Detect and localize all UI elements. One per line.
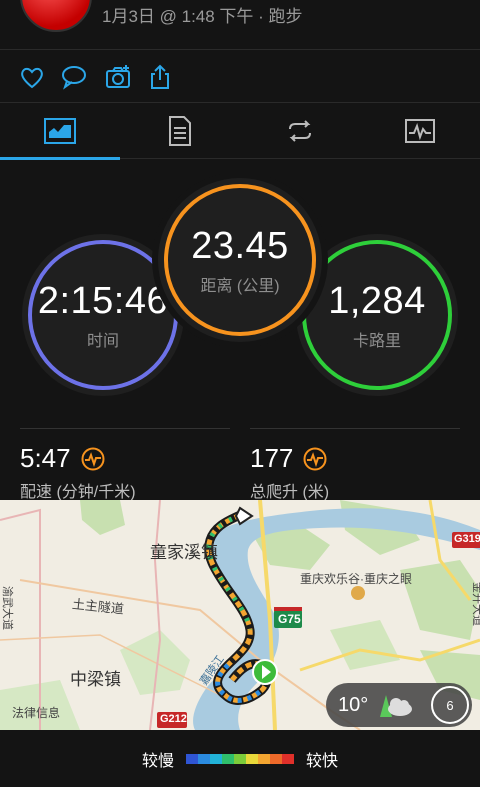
- heart-icon[interactable]: [18, 63, 46, 91]
- time-value: 2:15:46: [37, 279, 169, 322]
- tab-details[interactable]: [120, 103, 240, 159]
- map-label-happy-valley: 重庆欢乐谷·重庆之眼: [300, 572, 412, 586]
- share-icon[interactable]: [146, 63, 174, 91]
- graphs-icon: [405, 119, 435, 143]
- comment-icon[interactable]: [60, 63, 88, 91]
- wind-value: 6: [446, 697, 454, 713]
- speed-legend: 较慢 较快: [0, 730, 480, 787]
- pulse-badge-icon[interactable]: [303, 447, 327, 471]
- legend-swatch: [246, 753, 258, 764]
- distance-value: 23.45: [191, 224, 289, 267]
- map-label-left-road: 渝武大道: [1, 586, 13, 630]
- climb-metric: 177 总爬升 (米): [250, 428, 460, 502]
- pulse-badge-icon[interactable]: [81, 447, 105, 471]
- overview-chart-icon: [44, 118, 76, 144]
- legend-swatch: [198, 753, 210, 764]
- map-label-tongjiaxi: 童家溪镇: [150, 543, 218, 562]
- pace-value: 5:47: [20, 443, 71, 473]
- calories-label: 卡路里: [352, 332, 401, 350]
- action-bar: [0, 51, 480, 103]
- weather-widget[interactable]: 10° 6: [326, 683, 472, 727]
- distance-label: 距离 (公里): [200, 277, 280, 295]
- weather-temp: 10°: [338, 693, 369, 716]
- map-label-right-road: 金开大道: [471, 582, 480, 626]
- map-label-zhongliang: 中梁镇: [70, 670, 121, 689]
- activity-screen: 1月3日 @ 1:48 下午 · 跑步 2:15:46 时间 1,284 卡路里…: [0, 0, 480, 787]
- activity-header: 1月3日 @ 1:48 下午 · 跑步: [0, 0, 480, 50]
- tab-overview[interactable]: [0, 103, 120, 160]
- climb-value: 177: [250, 443, 294, 473]
- legend-slow: 较慢: [141, 752, 174, 770]
- laps-loop-icon: [289, 120, 311, 142]
- activity-meta: 1月3日 @ 1:48 下午 · 跑步: [102, 7, 303, 26]
- tab-bar: [0, 103, 480, 160]
- stats-panel: 2:15:46 时间 1,284 卡路里 23.45 距离 (公里) 5:47 …: [0, 160, 480, 502]
- distance-ring: 23.45 距离 (公里): [158, 178, 322, 342]
- legend-swatch: [210, 753, 222, 764]
- legend-swatch: [258, 753, 270, 764]
- legend-swatch: [186, 753, 198, 764]
- legend-swatch: [222, 753, 234, 764]
- legend-swatch: [282, 753, 294, 764]
- climb-label: 总爬升 (米): [250, 484, 330, 501]
- time-label: 时间: [86, 332, 119, 350]
- map-label-g75: G75: [278, 612, 301, 626]
- calories-value: 1,284: [328, 279, 426, 322]
- map-label-g319: G319: [454, 533, 480, 545]
- legend-color-bar: [186, 753, 294, 764]
- tab-graphs[interactable]: [360, 103, 480, 159]
- avatar[interactable]: [20, 0, 92, 32]
- details-list-icon: [169, 116, 191, 146]
- pace-metric: 5:47 配速 (分钟/千米): [20, 428, 230, 502]
- legend-fast: 较快: [306, 752, 339, 770]
- wind-dial: 6: [431, 686, 469, 724]
- legend-swatch: [234, 753, 246, 764]
- camera-icon[interactable]: [104, 63, 132, 91]
- legend-swatch: [270, 753, 282, 764]
- tab-laps[interactable]: [240, 103, 360, 159]
- pace-label: 配速 (分钟/千米): [20, 484, 136, 501]
- cloud-tree-icon: [380, 695, 413, 717]
- map-label-legal[interactable]: 法律信息: [12, 704, 60, 721]
- map-label-g212: G212: [160, 713, 187, 725]
